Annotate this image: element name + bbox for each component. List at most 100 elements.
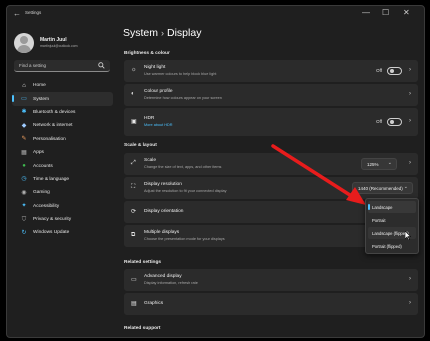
chevron-right-icon: › — [409, 300, 411, 306]
chevron-down-icon: ⌄ — [387, 160, 392, 166]
mouse-cursor-icon — [405, 231, 411, 240]
resolution-value: 1440 (Recommended) — [358, 185, 403, 191]
breadcrumb: System › Display — [123, 27, 201, 39]
night-light-desc: Use warmer colours to help block blue li… — [144, 72, 217, 76]
display-resolution-card[interactable]: ⛶ Display resolution Adjust the resoluti… — [124, 177, 418, 199]
sidebar-item-label: Accounts — [33, 163, 53, 169]
hdr-title: HDR — [144, 116, 155, 121]
sidebar-item-network-internet[interactable]: ◆ Network & internet — [12, 119, 113, 132]
monitor-icon: ▭ — [21, 96, 27, 103]
title-bar: ← Settings — ☐ ✕ — [7, 6, 424, 23]
profile-email: martinjuul@outlook.com — [40, 44, 78, 48]
section-heading-related-support: Related support — [124, 326, 161, 331]
chevron-right-icon: › — [409, 276, 411, 282]
scale-title: Scale — [144, 158, 156, 163]
scale-dropdown[interactable]: 125% ⌄ — [361, 158, 397, 170]
search-placeholder: Find a setting — [19, 63, 47, 68]
update-icon: ↻ — [21, 229, 27, 236]
resolution-icon: ⛶ — [131, 184, 136, 190]
accessibility-icon: ✦ — [21, 203, 27, 210]
chevron-down-icon: ⌄ — [403, 184, 408, 190]
bluetooth-icon: ✱ — [21, 109, 27, 116]
sidebar-item-time-language[interactable]: ◷ Time & language — [12, 173, 113, 186]
advanced-display-title: Advanced display — [144, 274, 182, 279]
night-light-toggle[interactable] — [387, 67, 402, 75]
orientation-title: Display orientation — [144, 209, 184, 214]
colour-profile-desc: Determine how colours appear on your scr… — [144, 96, 222, 100]
back-arrow-icon[interactable]: ← — [13, 9, 21, 18]
graphics-icon: ▤ — [131, 301, 137, 307]
home-icon: ⌂ — [22, 82, 26, 89]
orientation-option-portrait[interactable]: Portrait — [368, 214, 416, 226]
window-title: Settings — [25, 10, 42, 15]
sidebar-item-privacy-security[interactable]: ⛉ Privacy & security — [12, 213, 113, 226]
section-heading-scale-layout: Scale & layout — [124, 143, 157, 148]
chevron-right-icon: › — [409, 118, 411, 124]
multiple-displays-icon: ⧉ — [131, 232, 136, 238]
sidebar-item-accessibility[interactable]: ✦ Accessibility — [12, 200, 113, 213]
settings-window: ← Settings — ☐ ✕ Martin Juul martinjuul@… — [6, 5, 425, 338]
advanced-display-desc: Display information, refresh rate — [144, 281, 198, 285]
sidebar: Martin Juul martinjuul@outlook.com Find … — [7, 23, 117, 337]
orientation-dropdown-menu: Landscape Portrait Landscape (flipped) P… — [365, 198, 419, 254]
sidebar-item-label: Accessibility — [33, 203, 60, 209]
sun-icon: ☼ — [131, 67, 137, 73]
sidebar-item-apps[interactable]: ▦ Apps — [12, 146, 113, 159]
scale-desc: Change the size of text, apps, and other… — [144, 165, 222, 169]
page-title: Display — [167, 27, 202, 39]
sidebar-item-personalisation[interactable]: ✎ Personalisation — [12, 133, 113, 146]
breadcrumb-parent[interactable]: System — [123, 27, 158, 39]
graphics-card[interactable]: ▤ Graphics › — [124, 293, 418, 315]
maximize-button[interactable]: ☐ — [382, 8, 389, 18]
advanced-display-card[interactable]: ▭ Advanced display Display information, … — [124, 269, 418, 291]
graphics-title: Graphics — [144, 301, 164, 306]
user-profile[interactable]: Martin Juul martinjuul@outlook.com — [14, 33, 114, 53]
sidebar-item-windows-update[interactable]: ↻ Windows Update — [12, 226, 113, 239]
sidebar-item-label: Windows Update — [33, 230, 70, 236]
chevron-right-icon: › — [409, 91, 411, 97]
minimize-button[interactable]: — — [362, 8, 370, 18]
chevron-right-icon: › — [161, 28, 165, 38]
chevron-right-icon: › — [409, 67, 411, 73]
sidebar-item-label: System — [33, 96, 49, 102]
sidebar-item-gaming[interactable]: ◉ Gaming — [12, 186, 113, 199]
orientation-option-landscape[interactable]: Landscape — [368, 201, 416, 213]
search-input[interactable]: Find a setting — [14, 60, 110, 72]
sidebar-nav: ⌂ Home ▭ System ✱ Bluetooth & devices ◆ Network… — [12, 79, 113, 240]
resolution-desc: Adjust the resolution to fit your connec… — [144, 189, 227, 193]
controller-icon: ◉ — [21, 189, 27, 196]
sidebar-item-label: Home — [33, 83, 46, 89]
hdr-state: Off — [376, 119, 382, 124]
hdr-toggle[interactable] — [387, 118, 402, 126]
sidebar-item-label: Privacy & security — [33, 217, 72, 223]
shield-icon: ⛉ — [21, 216, 27, 223]
night-light-card[interactable]: ☼ Night light Use warmer colours to help… — [124, 60, 418, 82]
scale-value: 125% — [367, 161, 379, 167]
search-icon — [98, 62, 105, 69]
person-icon: ● — [22, 163, 26, 170]
orientation-option-portrait-flipped[interactable]: Portrait (flipped) — [368, 240, 416, 252]
close-button[interactable]: ✕ — [403, 8, 410, 18]
scale-card[interactable]: ⤢ Scale Change the size of text, apps, a… — [124, 153, 418, 175]
brush-icon: ✎ — [21, 136, 27, 143]
sidebar-item-label: Bluetooth & devices — [33, 109, 76, 115]
avatar — [14, 33, 34, 53]
hdr-more-link[interactable]: More about HDR — [144, 123, 173, 127]
sidebar-item-bluetooth-devices[interactable]: ✱ Bluetooth & devices — [12, 106, 113, 119]
rotate-icon: ⟳ — [131, 209, 137, 215]
sidebar-item-system[interactable]: ▭ System — [12, 92, 113, 106]
hdr-icon: ▣ — [131, 119, 137, 125]
hdr-card[interactable]: ▣ HDR More about HDR Off › — [124, 108, 418, 136]
sidebar-item-label: Gaming — [33, 190, 50, 196]
night-light-state: Off — [376, 68, 382, 73]
sidebar-item-label: Apps — [33, 150, 44, 156]
colour-profile-card[interactable]: ◐ Colour profile Determine how colours a… — [124, 84, 418, 106]
resolution-title: Display resolution — [144, 182, 182, 187]
wifi-icon: ◆ — [21, 122, 27, 129]
sidebar-item-home[interactable]: ⌂ Home — [12, 79, 113, 92]
section-heading-brightness: Brightness & colour — [124, 51, 170, 56]
sidebar-item-accounts[interactable]: ● Accounts — [12, 159, 113, 172]
clock-globe-icon: ◷ — [21, 176, 27, 183]
resolution-dropdown[interactable]: 1440 (Recommended) ⌄ — [352, 182, 413, 194]
chevron-right-icon: › — [409, 160, 411, 166]
